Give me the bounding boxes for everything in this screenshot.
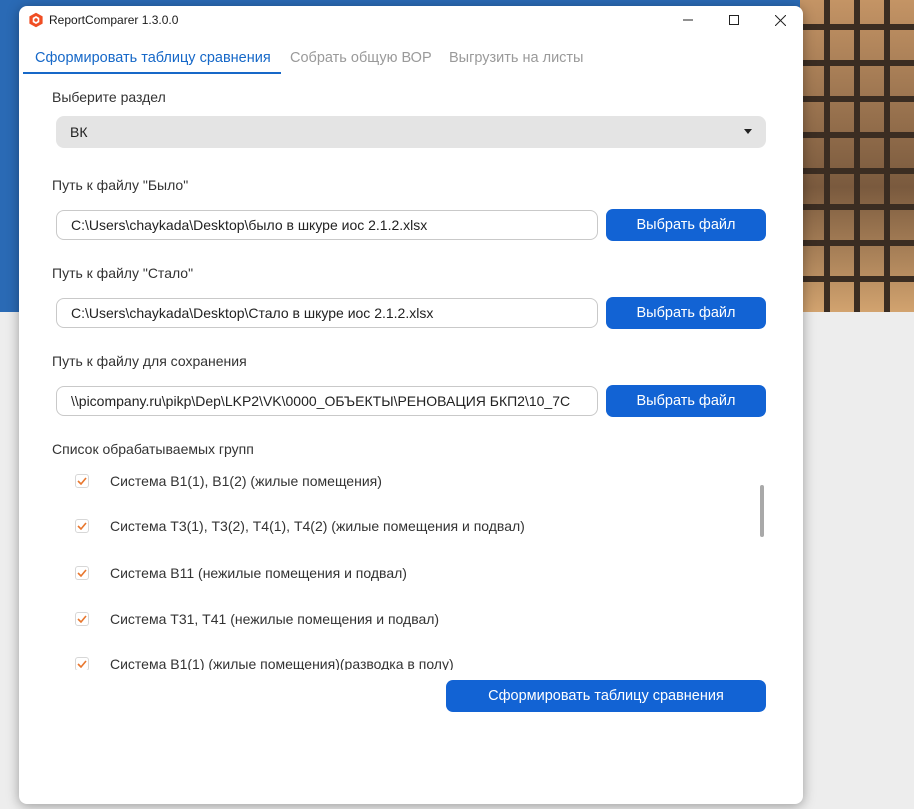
app-window: ReportComparer 1.3.0.0 Сформировать табл… — [19, 6, 803, 804]
groups-list[interactable]: Система В1(1), В1(2) (жилые помещения) С… — [52, 464, 772, 670]
group-checkbox[interactable] — [75, 566, 89, 580]
close-icon — [774, 14, 786, 26]
tab-compare[interactable]: Сформировать таблицу сравнения — [35, 50, 271, 66]
groups-scrollbar[interactable] — [760, 485, 764, 537]
section-select[interactable]: ВК — [56, 116, 766, 148]
file-save-value: \\picompany.ru\pikp\Dep\LKP2\VK\0000_ОБЪ… — [71, 393, 571, 409]
group-checkbox[interactable] — [75, 657, 89, 670]
checkmark-icon — [77, 522, 87, 530]
group-checkbox[interactable] — [75, 474, 89, 488]
close-button[interactable] — [757, 6, 803, 34]
submit-compare-button[interactable]: Сформировать таблицу сравнения — [446, 680, 766, 712]
minimize-button[interactable] — [665, 6, 711, 34]
desktop-wallpaper-building — [800, 0, 914, 312]
minimize-icon — [683, 19, 693, 21]
group-checkbox[interactable] — [75, 519, 89, 533]
tab-collect-vor[interactable]: Собрать общую ВОР — [290, 50, 432, 66]
file-before-value: C:\Users\chaykada\Desktop\было в шкуре и… — [71, 217, 428, 233]
group-label: Система В1(1) (жилые помещения)(разводка… — [110, 656, 454, 670]
checkmark-icon — [77, 615, 87, 623]
file-before-input[interactable]: C:\Users\chaykada\Desktop\было в шкуре и… — [56, 210, 598, 240]
file-before-browse-button[interactable]: Выбрать файл — [606, 209, 766, 241]
group-checkbox[interactable] — [75, 612, 89, 626]
group-label: Система В1(1), В1(2) (жилые помещения) — [110, 473, 382, 489]
file-after-value: C:\Users\chaykada\Desktop\Стало в шкуре … — [71, 305, 434, 321]
section-selected-value: ВК — [70, 124, 88, 140]
file-save-label: Путь к файлу для сохранения — [52, 353, 247, 369]
group-label: Система Т31, Т41 (нежилые помещения и по… — [110, 611, 440, 627]
file-save-input[interactable]: \\picompany.ru\pikp\Dep\LKP2\VK\0000_ОБЪ… — [56, 386, 598, 416]
dropdown-arrow-icon — [744, 129, 752, 134]
group-label: Система В11 (нежилые помещения и подвал) — [110, 565, 407, 581]
groups-label: Список обрабатываемых групп — [52, 441, 254, 457]
file-after-browse-button[interactable]: Выбрать файл — [606, 297, 766, 329]
checkmark-icon — [77, 477, 87, 485]
checkmark-icon — [77, 569, 87, 577]
tab-export-sheets[interactable]: Выгрузить на листы — [449, 50, 583, 66]
maximize-icon — [729, 15, 739, 25]
active-tab-indicator — [23, 72, 281, 74]
window-title: ReportComparer 1.3.0.0 — [49, 13, 179, 27]
file-save-browse-button[interactable]: Выбрать файл — [606, 385, 766, 417]
file-after-input[interactable]: C:\Users\chaykada\Desktop\Стало в шкуре … — [56, 298, 598, 328]
file-after-label: Путь к файлу "Стало" — [52, 265, 194, 281]
group-label: Система Т3(1), Т3(2), Т4(1), Т4(2) (жилы… — [110, 518, 525, 534]
title-bar[interactable]: ReportComparer 1.3.0.0 — [19, 6, 803, 34]
section-label: Выберите раздел — [52, 89, 166, 105]
app-logo-icon — [28, 12, 44, 28]
file-before-label: Путь к файлу "Было" — [52, 177, 189, 193]
checkmark-icon — [77, 660, 87, 668]
maximize-button[interactable] — [711, 6, 757, 34]
